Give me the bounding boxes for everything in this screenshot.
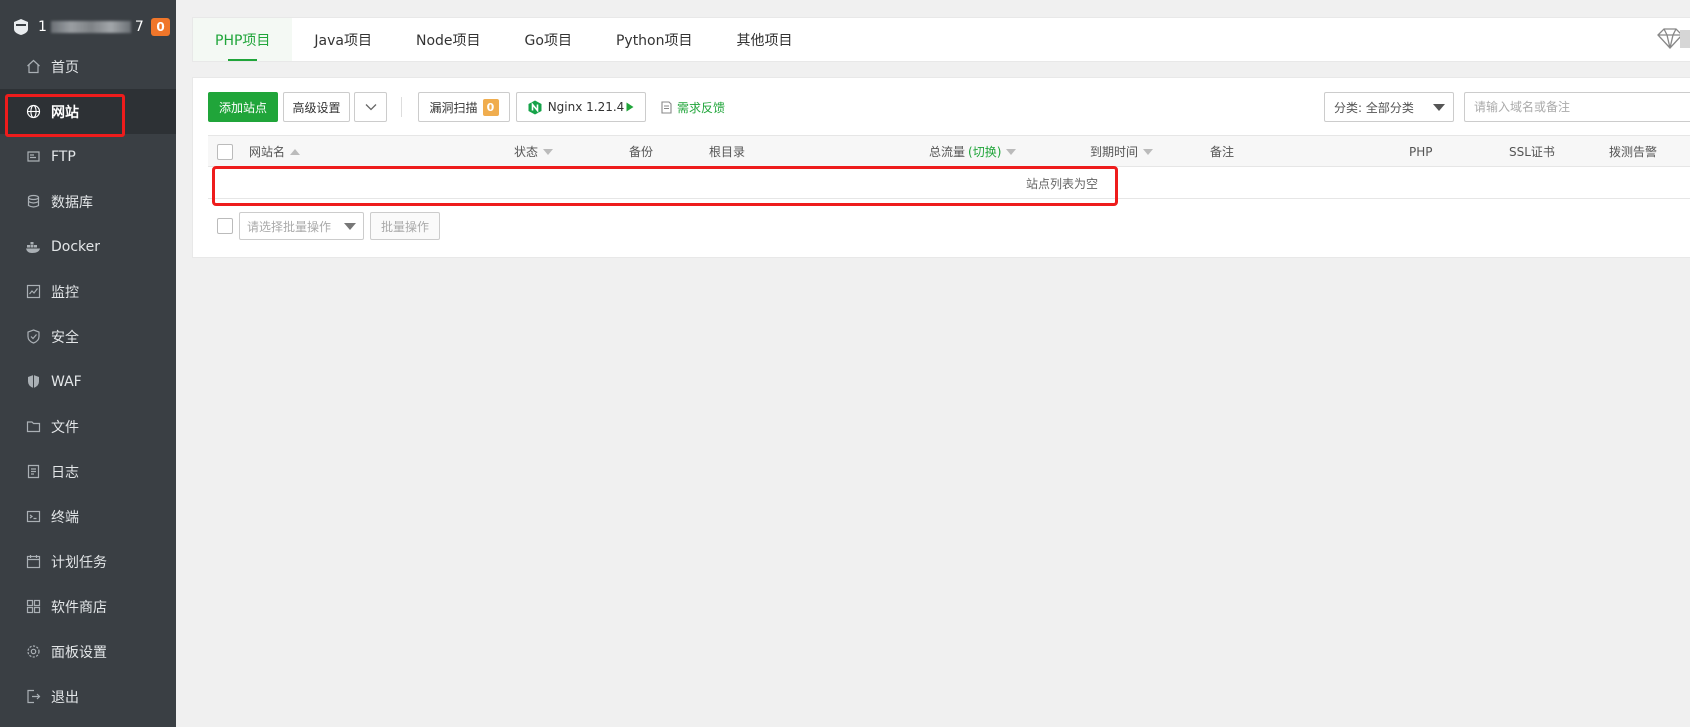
sort-desc-icon (1006, 148, 1017, 155)
vuln-scan-button[interactable]: 漏洞扫描 0 (418, 92, 510, 122)
col-alarm: 拨测告警 (1609, 145, 1658, 159)
sidebar-item-monitor[interactable]: 监控 (0, 269, 176, 314)
folder-icon (24, 418, 42, 436)
col-ssl: SSL证书 (1509, 145, 1555, 159)
toolbar-divider (401, 97, 402, 117)
site-panel: 添加站点 高级设置 漏洞扫描 0 Nginx 1.21.4 需求反馈 分类: 全… (192, 77, 1690, 258)
sidebar-item-docker[interactable]: Docker (0, 224, 176, 269)
server-host: 1 7 (38, 19, 144, 35)
col-backup: 备份 (629, 145, 654, 159)
play-icon (626, 102, 634, 112)
advanced-settings-button[interactable]: 高级设置 (283, 92, 350, 122)
edit-note-icon (661, 100, 673, 114)
empty-list-text: 站点列表为空 (1026, 177, 1099, 191)
notification-badge[interactable]: 0 (151, 18, 170, 36)
batch-row: 请选择批量操作 批量操作 (208, 212, 1690, 240)
sidebar-item-cron[interactable]: 计划任务 (0, 539, 176, 584)
sidebar: 1 7 0 首页 网站 FTP 数据库 Docker 监控 安全 WAF 文件 (0, 0, 176, 727)
sort-asc-icon (290, 148, 301, 155)
tab-php[interactable]: PHP项目 (193, 18, 293, 61)
calendar-icon (24, 553, 42, 571)
select-all-checkbox[interactable] (217, 143, 233, 160)
col-traffic[interactable]: 总流量 (切换) (929, 136, 1017, 167)
gear-icon (24, 643, 42, 661)
col-name[interactable]: 网站名 (249, 136, 301, 167)
host-blur (50, 21, 131, 33)
nginx-version: Nginx 1.21.4 (547, 100, 625, 114)
host-suffix: 7 (134, 19, 144, 35)
col-status[interactable]: 状态 (514, 136, 554, 167)
batch-operation-button[interactable]: 批量操作 (370, 212, 440, 240)
apps-icon (24, 598, 42, 616)
category-select[interactable]: 分类: 全部分类 (1324, 92, 1454, 122)
tab-python[interactable]: Python项目 (594, 18, 715, 61)
sidebar-item-website[interactable]: 网站 (0, 89, 176, 134)
sidebar-item-terminal[interactable]: 终端 (0, 494, 176, 539)
host-prefix: 1 (38, 19, 47, 35)
panel-logo-icon (12, 18, 30, 36)
sidebar-item-ftp[interactable]: FTP (0, 134, 176, 179)
table-header: 网站名 状态 备份 根目录 总流量 (切换) 到期时间 备注 PHP SSL证书 … (208, 135, 1690, 167)
add-site-button[interactable]: 添加站点 (208, 92, 278, 122)
batch-operation-select[interactable]: 请选择批量操作 (239, 212, 364, 240)
tab-other[interactable]: 其他项目 (715, 18, 815, 61)
log-icon (24, 463, 42, 481)
home-icon (24, 58, 42, 76)
col-php: PHP (1409, 144, 1433, 159)
sidebar-item-files[interactable]: 文件 (0, 404, 176, 449)
ftp-icon (24, 148, 42, 166)
nginx-button[interactable]: Nginx 1.21.4 (516, 92, 646, 122)
monitor-icon (24, 283, 42, 301)
table-empty-row: 站点列表为空 (208, 167, 1690, 199)
shield-icon (24, 328, 42, 346)
sort-desc-icon (543, 148, 554, 155)
sidebar-item-home[interactable]: 首页 (0, 44, 176, 89)
sidebar-item-store[interactable]: 软件商店 (0, 584, 176, 629)
database-icon (24, 193, 42, 211)
select-all-checkbox-cell (217, 136, 233, 167)
col-root: 根目录 (709, 145, 746, 159)
site-toolbar: 添加站点 高级设置 漏洞扫描 0 Nginx 1.21.4 需求反馈 分类: 全… (208, 92, 1690, 122)
batch-select-checkbox[interactable] (217, 218, 233, 234)
globe-icon (24, 103, 42, 121)
nginx-icon (528, 100, 542, 115)
traffic-switch-link[interactable]: (切换) (968, 143, 1001, 160)
tab-go[interactable]: Go项目 (503, 18, 594, 61)
diamond-vip-icon[interactable] (1654, 26, 1690, 52)
waf-shield-icon (24, 373, 42, 391)
caret-down-icon (1433, 104, 1445, 111)
tab-node[interactable]: Node项目 (394, 18, 503, 61)
chevron-down-icon (365, 100, 377, 114)
search-input[interactable] (1464, 92, 1690, 122)
sidebar-item-database[interactable]: 数据库 (0, 179, 176, 224)
vuln-count-badge: 0 (482, 98, 499, 116)
docker-icon (24, 238, 42, 256)
feedback-link[interactable]: 需求反馈 (661, 92, 725, 122)
project-tabs: PHP项目 Java项目 Node项目 Go项目 Python项目 其他项目 (192, 17, 1690, 62)
sidebar-item-logout[interactable]: 退出 (0, 674, 176, 719)
tab-java[interactable]: Java项目 (292, 18, 394, 61)
sort-desc-icon (1143, 148, 1154, 155)
sidebar-item-security[interactable]: 安全 (0, 314, 176, 359)
terminal-icon (24, 508, 42, 526)
sidebar-item-settings[interactable]: 面板设置 (0, 629, 176, 674)
col-remark: 备注 (1210, 145, 1235, 159)
sidebar-item-logs[interactable]: 日志 (0, 449, 176, 494)
caret-down-icon (344, 223, 356, 230)
vuln-scan-label: 漏洞扫描 (429, 100, 478, 115)
logout-icon (24, 688, 42, 706)
sidebar-item-waf[interactable]: WAF (0, 359, 176, 404)
more-dropdown-button[interactable] (354, 92, 387, 122)
col-expire[interactable]: 到期时间 (1090, 136, 1154, 167)
